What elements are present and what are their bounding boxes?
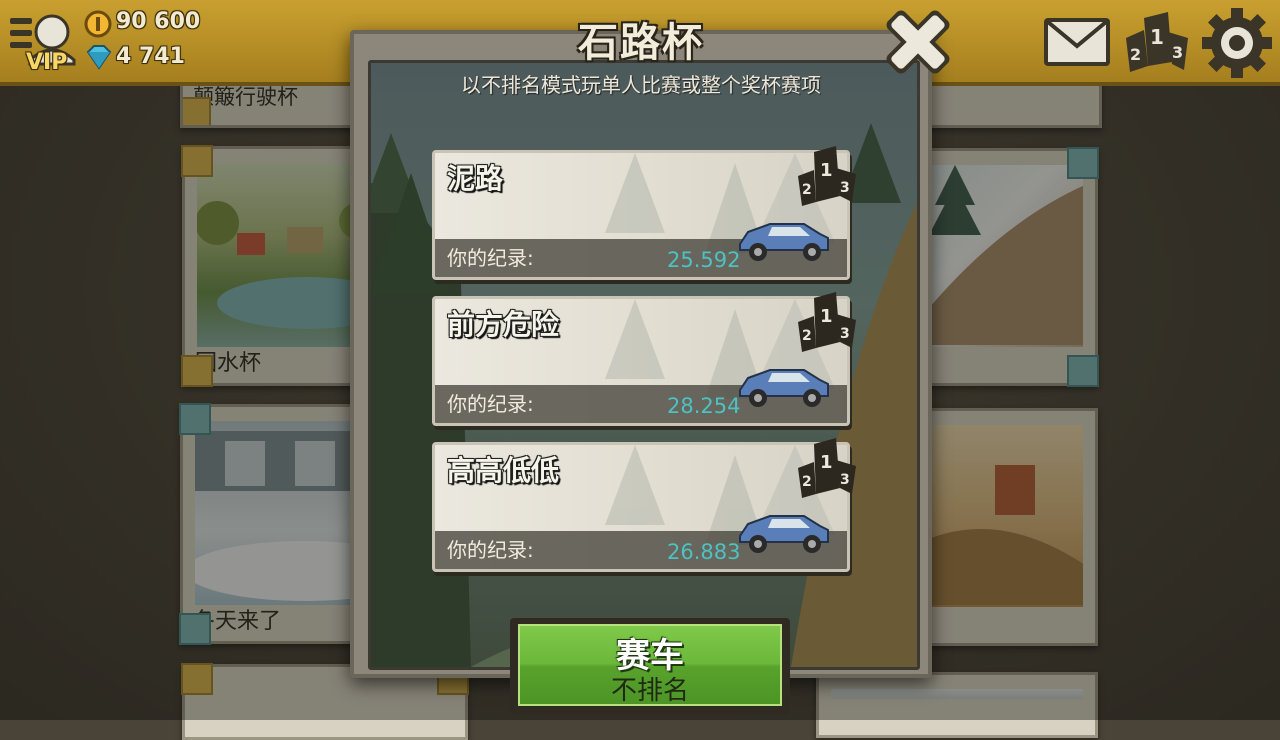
vip-label: VIP [26,50,68,75]
svg-text:2: 2 [802,474,812,490]
svg-text:2: 2 [802,328,812,344]
svg-text:1: 1 [820,306,833,327]
cup-card-city[interactable] [816,672,1098,738]
record-value: 28.254 [667,394,741,418]
record-value: 26.883 [667,540,741,564]
car-icon [734,214,834,264]
record-value: 25.592 [667,248,741,272]
car-icon [734,506,834,556]
record-label: 你的纪录: [447,538,534,562]
svg-text:3: 3 [840,326,850,342]
svg-text:1: 1 [1150,25,1164,49]
podium-icon[interactable]: 1 2 3 [794,144,862,214]
svg-text:3: 3 [840,472,850,488]
svg-text:2: 2 [802,182,812,198]
mail-icon[interactable] [1040,8,1114,74]
gem-count: 4 741 [116,44,185,69]
snow-hill-illustration [915,165,1083,345]
race-button[interactable]: 赛车 不排名 [510,618,790,714]
modal-subtitle: 以不排名模式玩单人比赛或整个奖杯赛项 [461,73,821,97]
record-label: 你的纪录: [447,392,534,416]
svg-text:1: 1 [820,160,833,181]
modal-title: 石路杯 [578,20,704,66]
leaderboard-icon[interactable]: 1 2 3 [1120,8,1194,78]
car-icon [734,360,834,410]
desert-illustration [915,465,1083,605]
track-name: 高高低低 [447,454,560,487]
coin-icon [84,10,112,38]
close-icon[interactable] [876,0,960,84]
svg-text:3: 3 [840,180,850,196]
track-name: 前方危险 [447,308,560,341]
podium-icon[interactable]: 1 2 3 [794,436,862,506]
podium-icon[interactable]: 1 2 3 [794,290,862,360]
coin-count: 90 600 [116,9,201,34]
track-name: 泥路 [447,162,504,195]
race-button-sublabel: 不排名 [610,676,689,706]
cup-card-image [915,425,1083,607]
gear-icon[interactable] [1200,6,1274,80]
svg-text:3: 3 [1172,43,1183,62]
gem-icon [84,44,114,70]
cup-card-image [915,165,1083,347]
svg-text:1: 1 [820,452,833,473]
record-label: 你的纪录: [447,246,534,270]
svg-text:2: 2 [1130,45,1141,64]
